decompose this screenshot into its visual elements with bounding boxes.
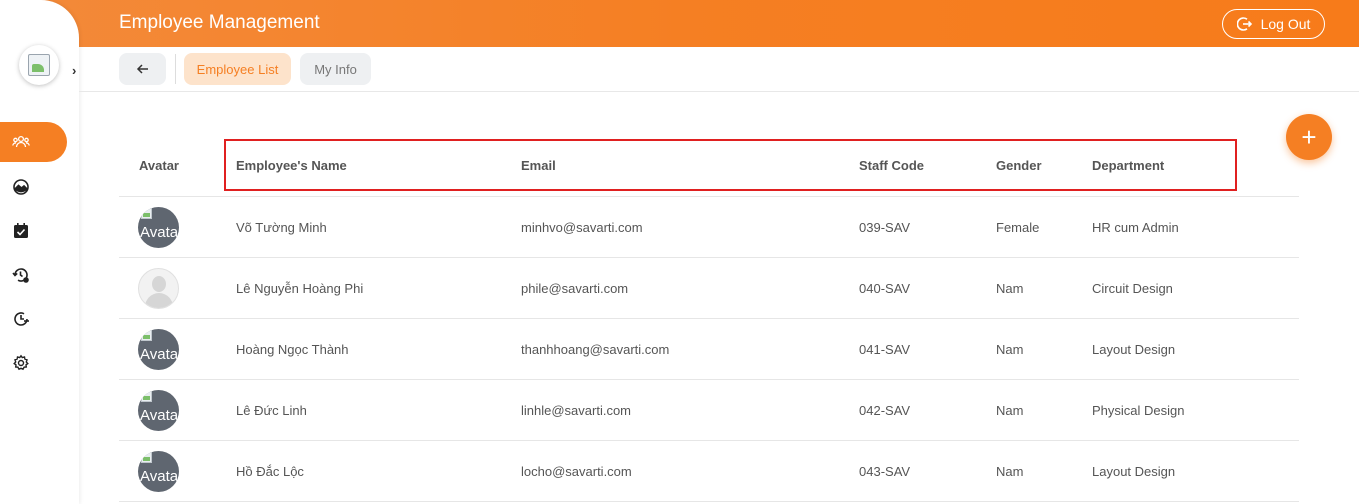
default-avatar [138,268,179,309]
broken-image-icon [141,452,152,463]
app-header: Employee Management Log Out [0,0,1359,47]
cell-name: Lê Đức Linh [236,403,307,418]
gear-icon [13,354,29,371]
cell-department: Circuit Design [1092,281,1173,296]
page-title: Employee Management [119,12,320,33]
cell-staff-code: 039-SAV [859,220,911,235]
table-row[interactable]: Avatar Hồ Đắc Lộc locho@savarti.com 043-… [119,441,1299,502]
table-row[interactable]: Avatar Võ Tường Minh minhvo@savarti.com … [119,197,1299,258]
logout-label: Log Out [1260,16,1311,32]
cell-gender: Female [996,220,1040,235]
column-header-email: Email [521,158,556,173]
sidebar-item-history[interactable] [0,255,79,295]
avatar: Avatar [138,390,179,431]
broken-image-icon [141,208,152,219]
avatar: Avatar [138,451,179,492]
app-root: Employee Management Log Out › Employee L… [0,0,1359,504]
toolbar: Employee List My Info [79,47,1359,92]
logout-icon [1236,17,1252,31]
broken-image-icon [141,330,152,341]
cell-gender: Nam [996,342,1024,357]
sidebar: › [0,0,79,504]
toolbar-divider [175,54,176,84]
sidebar-item-overview[interactable] [0,167,79,207]
employee-table: Avatar Employee's Name Email Staff Code … [119,136,1299,502]
cell-email: locho@savarti.com [521,464,632,479]
cell-department: Layout Design [1092,464,1176,479]
column-header-staff-code: Staff Code [859,158,924,173]
cell-staff-code: 041-SAV [859,342,911,357]
cell-gender: Nam [996,464,1024,479]
cell-department: Physical Design [1092,403,1185,418]
avatar-alt-text: Avatar [140,468,179,485]
cell-gender: Nam [996,281,1024,296]
cell-staff-code: 040-SAV [859,281,911,296]
sidebar-item-settings[interactable] [0,343,79,383]
cell-name: Võ Tường Minh [236,220,327,235]
avatar-alt-text: Avatar [140,224,179,241]
table-row[interactable]: Lê Nguyễn Hoàng Phi phile@savarti.com 04… [119,258,1299,319]
chevron-right-icon[interactable]: › [72,63,76,78]
arrow-left-icon [136,64,148,74]
calendar-check-icon [14,223,28,238]
column-header-avatar: Avatar [139,158,179,173]
cell-department: Layout Design [1092,342,1176,357]
tab-my-info[interactable]: My Info [300,53,371,85]
sidebar-item-employees[interactable] [0,122,67,162]
column-header-name: Employee's Name [236,158,347,173]
highlight-box [224,139,1237,191]
history-settings-icon [12,268,29,283]
cell-department: HR cum Admin [1092,220,1179,235]
avatar-alt-text: Avatar [140,407,179,424]
landscape-icon [13,179,29,195]
logout-button[interactable]: Log Out [1222,9,1325,39]
clock-out-icon [14,312,29,326]
avatar-alt-text: Avatar [140,346,179,363]
cell-staff-code: 043-SAV [859,464,911,479]
cell-email: linhle@savarti.com [521,403,632,418]
avatar: Avatar [138,207,179,248]
table-row[interactable]: Avatar Hoàng Ngọc Thành thanhhoang@savar… [119,319,1299,380]
cell-email: phile@savarti.com [521,281,629,296]
cell-name: Hoàng Ngọc Thành [236,342,349,357]
broken-image-icon [141,391,152,402]
back-button[interactable] [119,53,166,85]
broken-image-icon [28,54,50,76]
cell-gender: Nam [996,403,1024,418]
cell-email: minhvo@savarti.com [521,220,643,235]
cell-staff-code: 042-SAV [859,403,911,418]
sidebar-item-timesheet[interactable] [0,299,79,339]
table-header: Avatar Employee's Name Email Staff Code … [119,136,1299,197]
cell-email: thanhhoang@savarti.com [521,342,670,357]
sidebar-item-attendance[interactable] [0,211,79,251]
table-row[interactable]: Avatar Lê Đức Linh linhle@savarti.com 04… [119,380,1299,441]
column-header-gender: Gender [996,158,1042,173]
cell-name: Hồ Đắc Lộc [236,464,304,479]
column-header-department: Department [1092,158,1165,173]
avatar: Avatar [138,329,179,370]
users-icon [12,135,30,148]
tab-employee-list[interactable]: Employee List [184,53,291,85]
cell-name: Lê Nguyễn Hoàng Phi [236,281,364,296]
company-logo[interactable] [19,45,59,85]
